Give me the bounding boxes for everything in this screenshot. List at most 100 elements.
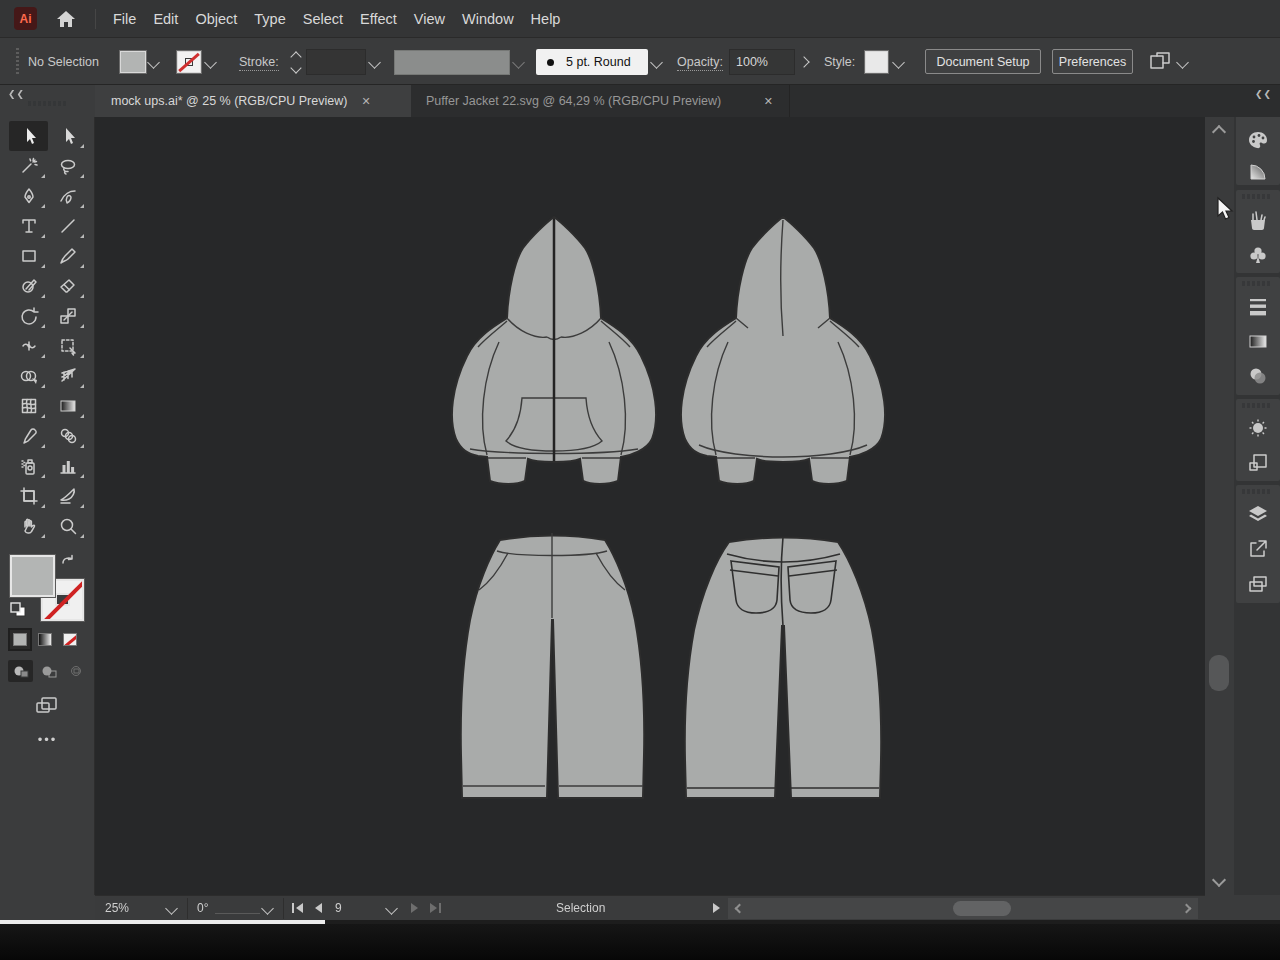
next-artboard-icon[interactable] [410,902,420,914]
tool-selection[interactable] [9,121,48,151]
none-mode-button[interactable] [60,630,80,649]
stroke-width-field[interactable] [306,49,366,75]
tool-width[interactable] [9,331,48,361]
tool-mesh[interactable] [9,391,48,421]
brush-chevron-icon[interactable] [650,56,663,69]
draw-behind-button[interactable] [36,660,61,682]
tool-lasso[interactable] [48,151,87,181]
symbols-panel-button[interactable] [1247,244,1269,266]
menu-edit[interactable]: Edit [153,11,178,27]
home-icon[interactable] [55,8,77,30]
style-label[interactable]: Style: [824,55,855,69]
tool-hand[interactable] [9,511,48,541]
panel-collapse-icon[interactable]: ❮❮ [1255,89,1272,99]
artboard-chevron-icon[interactable] [385,902,398,915]
menu-type[interactable]: Type [254,11,285,27]
artboard-number[interactable]: 9 [335,901,342,915]
canvas[interactable] [95,117,1205,895]
tab-mock-ups[interactable]: mock ups.ai* @ 25 % (RGB/CPU Preview) ✕ [95,85,411,117]
stroke-width-stepper[interactable] [288,48,304,76]
graphic-styles-panel-button[interactable] [1247,452,1269,474]
appearance-panel-button[interactable] [1247,417,1269,439]
zoom-level[interactable]: 25% [105,901,129,915]
opacity-label[interactable]: Opacity: [677,55,723,71]
stroke-width-chevron-icon[interactable] [368,56,381,69]
tool-pen[interactable] [9,181,48,211]
vertical-scrollbar[interactable] [1205,117,1234,895]
transparency-panel-button[interactable] [1247,365,1269,387]
gradient-panel-button[interactable] [1247,330,1269,352]
tool-artboard[interactable] [9,481,48,511]
menu-file[interactable]: File [113,11,136,27]
tool-shape-builder[interactable] [9,361,48,391]
tool-eyedropper[interactable] [9,421,48,451]
menu-effect[interactable]: Effect [360,11,397,27]
control-bar-drag-handle[interactable] [16,48,19,75]
scroll-right-icon[interactable] [1182,904,1192,914]
scroll-left-icon[interactable] [735,904,745,914]
export-panel-button[interactable] [1247,538,1269,560]
tool-perspective-grid[interactable] [48,361,87,391]
pants-front[interactable] [461,533,644,798]
tool-column-graph[interactable] [48,451,87,481]
edit-toolbar-button[interactable]: ••• [0,732,95,747]
document-setup-button[interactable]: Document Setup [925,49,1041,74]
width-profile-chevron-icon[interactable] [512,56,525,69]
menu-window[interactable]: Window [462,11,514,27]
style-chevron-icon[interactable] [892,56,905,69]
stroke-panel-button[interactable] [1247,295,1269,317]
layers-panel-button[interactable] [1247,503,1269,525]
tool-gradient[interactable] [48,391,87,421]
draw-inside-button[interactable] [64,660,89,682]
screen-mode-icon[interactable] [34,695,60,717]
illustrator-logo-icon[interactable]: Ai [14,7,37,30]
brush-definition-dropdown[interactable]: 5 pt. Round [536,49,648,75]
workspace-chevron-icon[interactable] [1176,56,1189,69]
tab-puffer-jacket[interactable]: Puffer Jacket 22.svg @ 64,29 % (RGB/CPU … [412,85,790,117]
fill-color-swatch[interactable] [120,51,146,73]
default-swatches-icon[interactable] [10,602,27,618]
draw-normal-button[interactable] [8,660,33,682]
tool-eraser[interactable] [48,271,87,301]
toolbar-collapse-icon[interactable]: ❮❮ [8,89,25,99]
stroke-label[interactable]: Stroke: [239,55,279,71]
zoom-chevron-icon[interactable] [165,902,178,915]
swap-fill-stroke-icon[interactable] [60,554,76,568]
rotation-value[interactable]: 0° [197,901,208,915]
horizontal-scrollbar[interactable] [728,898,1198,919]
menu-help[interactable]: Help [531,11,561,27]
tool-symbol-sprayer[interactable] [9,451,48,481]
horizontal-scroll-thumb[interactable] [953,901,1011,916]
scroll-down-icon[interactable] [1212,873,1226,887]
tool-scale[interactable] [48,301,87,331]
color-guide-panel-button[interactable] [1247,161,1269,183]
tool-direct-selection[interactable] [48,121,87,151]
tool-curvature[interactable] [48,181,87,211]
menu-object[interactable]: Object [195,11,237,27]
tool-zoom[interactable] [48,511,87,541]
color-mode-button[interactable] [10,630,30,649]
hoodie-front[interactable] [452,217,656,484]
status-expand-icon[interactable] [712,902,722,914]
pants-back[interactable] [685,537,881,798]
artboards-panel-button[interactable] [1247,573,1269,595]
stroke-dropdown-chevron-icon[interactable] [204,56,217,69]
width-profile-dropdown[interactable] [394,50,510,75]
tool-shaper[interactable] [9,271,48,301]
opacity-expand-chevron-icon[interactable] [798,56,809,67]
brushes-panel-button[interactable] [1247,210,1269,232]
rotation-chevron-icon[interactable] [261,902,274,915]
tool-magic-wand[interactable] [9,151,48,181]
tool-rotate[interactable] [9,301,48,331]
preferences-button[interactable]: Preferences [1052,49,1133,74]
tool-paintbrush[interactable] [48,241,87,271]
arrange-documents-icon[interactable] [1148,51,1172,73]
stroke-color-swatch[interactable] [177,51,201,73]
opacity-field[interactable]: 100% [729,49,795,75]
prev-artboard-icon[interactable] [313,902,323,914]
fill-dropdown-chevron-icon[interactable] [147,56,160,69]
toolbar-fill-swatch[interactable] [10,555,55,597]
tool-slice[interactable] [48,481,87,511]
style-swatch[interactable] [865,51,888,73]
color-panel-button[interactable] [1247,129,1269,151]
